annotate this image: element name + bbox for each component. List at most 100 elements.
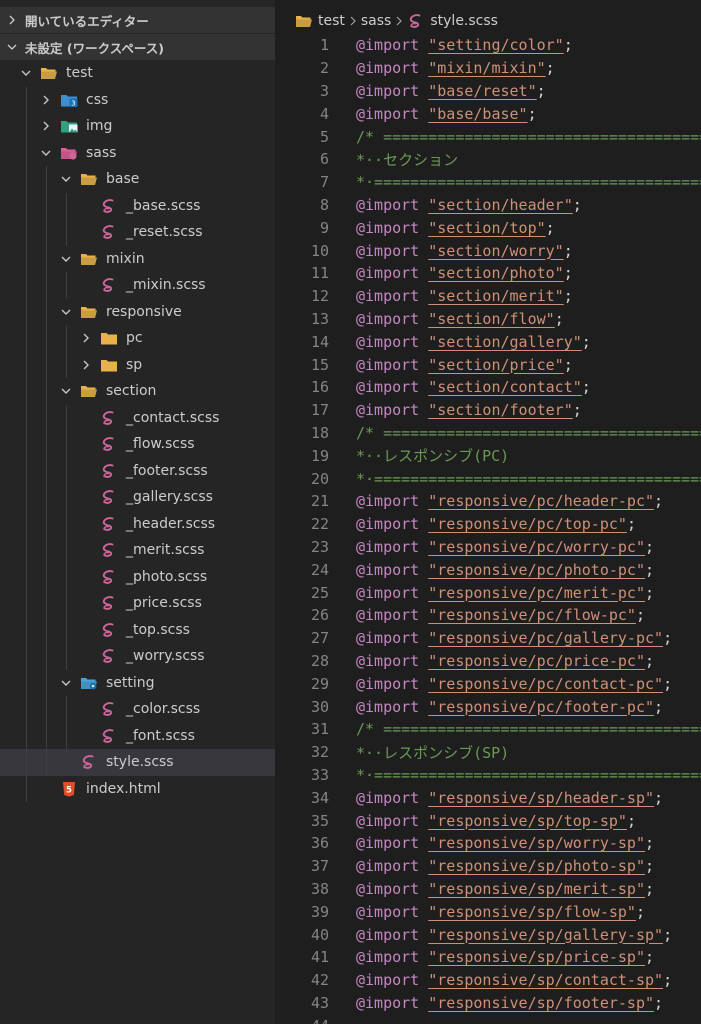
code-line[interactable]: 19 *··レスポンシブ(PC) — [275, 444, 701, 467]
code-text: @import "responsive/pc/contact-pc"; — [356, 675, 672, 693]
code-line[interactable]: 18 /* ===================================… — [275, 422, 701, 445]
tree-folder-sass[interactable]: sass — [0, 140, 275, 167]
tree-file-color-scss[interactable]: _color.scss — [0, 696, 275, 723]
code-line[interactable]: 34 @import "responsive/sp/header-sp"; — [275, 786, 701, 809]
code-line[interactable]: 8 @import "section/header"; — [275, 194, 701, 217]
tree-file-merit-scss[interactable]: _merit.scss — [0, 537, 275, 564]
tree-folder-setting[interactable]: setting — [0, 670, 275, 697]
code-line[interactable]: 43 @import "responsive/sp/footer-sp"; — [275, 992, 701, 1015]
tree-item-label: style.scss — [106, 754, 174, 771]
code-line[interactable]: 20 *·====================================… — [275, 467, 701, 490]
chevron-down-icon — [21, 70, 31, 77]
line-number: 26 — [310, 606, 329, 625]
code-text: @import "responsive/pc/header-pc"; — [356, 492, 663, 510]
breadcrumb-item[interactable]: style.scss — [430, 13, 498, 29]
import-keyword: @import — [356, 697, 420, 716]
breadcrumb-item[interactable]: test — [318, 13, 345, 29]
tree-file-font-scss[interactable]: _font.scss — [0, 723, 275, 750]
code-line[interactable]: 5 /* ====================================… — [275, 125, 701, 148]
code-line[interactable]: 16 @import "section/contact"; — [275, 376, 701, 399]
tree-folder-responsive[interactable]: responsive — [0, 299, 275, 326]
code-line[interactable]: 3 @import "base/reset"; — [275, 80, 701, 103]
semicolon: ; — [572, 401, 582, 420]
tree-folder-section[interactable]: section — [0, 378, 275, 405]
code-line[interactable]: 17 @import "section/footer"; — [275, 399, 701, 422]
comment-text: *·======================================… — [356, 469, 701, 488]
code-line[interactable]: 1 @import "setting/color"; — [275, 34, 701, 57]
code-line[interactable]: 41 @import "responsive/sp/price-sp"; — [275, 946, 701, 969]
tree-folder-sp[interactable]: sp — [0, 352, 275, 379]
code-line[interactable]: 10 @import "section/worry"; — [275, 239, 701, 262]
code-line[interactable]: 15 @import "section/price"; — [275, 353, 701, 376]
tree-file-worry-scss[interactable]: _worry.scss — [0, 643, 275, 670]
code-editor[interactable]: test sass style.scss 1 @import "setting/col… — [275, 0, 701, 1024]
tree-file-flow-scss[interactable]: _flow.scss — [0, 431, 275, 458]
code-line[interactable]: 35 @import "responsive/sp/top-sp"; — [275, 809, 701, 832]
tree-file-mixin-scss[interactable]: _mixin.scss — [0, 272, 275, 299]
breadcrumb-item[interactable]: sass — [361, 13, 391, 29]
code-text: *··レスポンシブ(PC) — [356, 445, 509, 466]
code-line[interactable]: 37 @import "responsive/sp/photo-sp"; — [275, 855, 701, 878]
code-line[interactable]: 22 @import "responsive/pc/top-pc"; — [275, 513, 701, 536]
tree-file-price-scss[interactable]: _price.scss — [0, 590, 275, 617]
code-line[interactable]: 27 @import "responsive/pc/gallery-pc"; — [275, 627, 701, 650]
workspace-header[interactable]: 未設定 (ワークスペース) — [0, 34, 275, 60]
code-line[interactable]: 42 @import "responsive/sp/contact-sp"; — [275, 969, 701, 992]
import-keyword: @import — [356, 811, 420, 830]
import-path-string: "responsive/sp/flow-sp" — [428, 902, 636, 921]
code-line[interactable]: 31 /* ===================================… — [275, 718, 701, 741]
code-line[interactable]: 7 *·=====================================… — [275, 171, 701, 194]
code-line[interactable]: 44 — [275, 1014, 701, 1024]
semicolon: ; — [635, 606, 645, 625]
tree-folder-css[interactable]: 3 css — [0, 87, 275, 114]
code-line[interactable]: 14 @import "section/gallery"; — [275, 330, 701, 353]
code-line[interactable]: 36 @import "responsive/sp/worry-sp"; — [275, 832, 701, 855]
tree-file-base-scss[interactable]: _base.scss — [0, 193, 275, 220]
tree-file-index-html[interactable]: 5 index.html — [0, 776, 275, 803]
tree-file-top-scss[interactable]: _top.scss — [0, 617, 275, 644]
code-text: *·======================================… — [356, 470, 701, 488]
line-number: 15 — [310, 355, 329, 374]
semicolon: ; — [654, 697, 664, 716]
code-line[interactable]: 12 @import "section/merit"; — [275, 285, 701, 308]
code-line[interactable]: 24 @import "responsive/pc/photo-pc"; — [275, 558, 701, 581]
tree-file-style-scss[interactable]: style.scss — [0, 749, 275, 776]
tree-file-reset-scss[interactable]: _reset.scss — [0, 219, 275, 246]
tree-folder-pc[interactable]: pc — [0, 325, 275, 352]
semicolon: ; — [545, 59, 555, 78]
tree-folder-img[interactable]: img — [0, 113, 275, 140]
code-line[interactable]: 9 @import "section/top"; — [275, 216, 701, 239]
code-line[interactable]: 38 @import "responsive/sp/merit-sp"; — [275, 878, 701, 901]
code-line[interactable]: 32 *··レスポンシブ(SP) — [275, 741, 701, 764]
tree-item-label: _gallery.scss — [126, 489, 213, 506]
code-line[interactable]: 4 @import "base/base"; — [275, 102, 701, 125]
code-line[interactable]: 11 @import "section/photo"; — [275, 262, 701, 285]
code-line[interactable]: 25 @import "responsive/pc/merit-pc"; — [275, 581, 701, 604]
code-line[interactable]: 2 @import "mixin/mixin"; — [275, 57, 701, 80]
code-line[interactable]: 13 @import "section/flow"; — [275, 308, 701, 331]
code-line[interactable]: 28 @import "responsive/pc/price-pc"; — [275, 650, 701, 673]
tree-file-photo-scss[interactable]: _photo.scss — [0, 564, 275, 591]
tree-file-contact-scss[interactable]: _contact.scss — [0, 405, 275, 432]
code-line[interactable]: 39 @import "responsive/sp/flow-sp"; — [275, 900, 701, 923]
tree-folder-mixin[interactable]: mixin — [0, 246, 275, 273]
tree-folder-test[interactable]: test — [0, 60, 275, 87]
tree-item-label: _contact.scss — [126, 409, 220, 426]
import-path-string: "responsive/sp/worry-sp" — [428, 834, 645, 853]
code-line[interactable]: 40 @import "responsive/sp/gallery-sp"; — [275, 923, 701, 946]
code-line[interactable]: 26 @import "responsive/pc/flow-pc"; — [275, 604, 701, 627]
chevron-down-icon — [61, 176, 71, 183]
open-editors-header[interactable]: 開いているエディター — [0, 7, 275, 33]
svg-text:3: 3 — [71, 99, 75, 107]
tree-file-gallery-scss[interactable]: _gallery.scss — [0, 484, 275, 511]
tree-file-footer-scss[interactable]: _footer.scss — [0, 458, 275, 485]
code-line[interactable]: 23 @import "responsive/pc/worry-pc"; — [275, 536, 701, 559]
code-line[interactable]: 33 *·====================================… — [275, 764, 701, 787]
code-line[interactable]: 21 @import "responsive/pc/header-pc"; — [275, 490, 701, 513]
code-line[interactable]: 30 @import "responsive/pc/footer-pc"; — [275, 695, 701, 718]
tree-file-header-scss[interactable]: _header.scss — [0, 511, 275, 538]
import-keyword: @import — [356, 788, 420, 807]
tree-folder-base[interactable]: base — [0, 166, 275, 193]
code-line[interactable]: 29 @import "responsive/pc/contact-pc"; — [275, 672, 701, 695]
code-line[interactable]: 6 *··セクション — [275, 148, 701, 171]
